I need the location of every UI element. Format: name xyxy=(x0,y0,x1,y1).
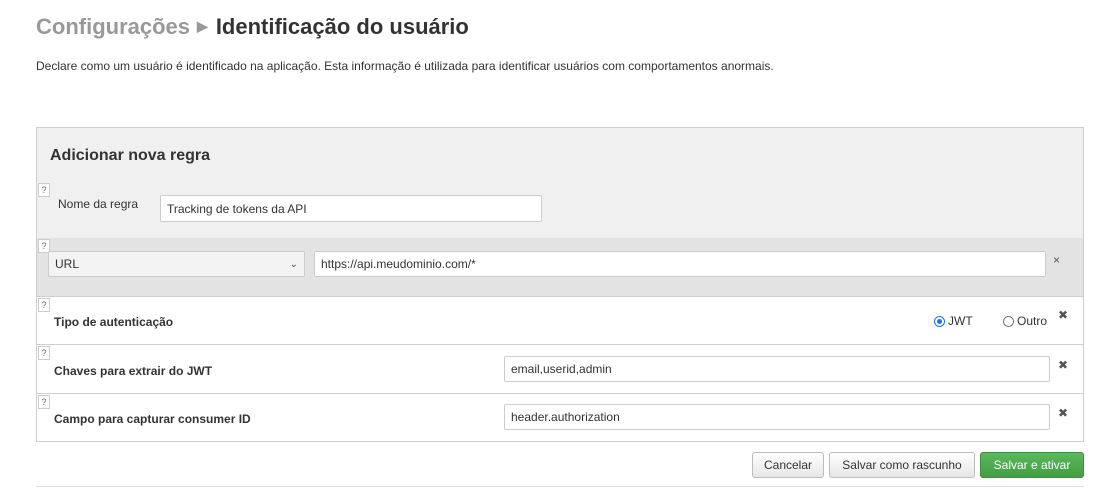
consumer-id-input[interactable]: header.authorization xyxy=(504,404,1050,430)
breadcrumb-parent-link[interactable]: Configurações xyxy=(36,14,190,39)
breadcrumb: Configurações ▶ Identificação do usuário xyxy=(36,14,469,40)
auth-option-other[interactable]: Outro xyxy=(1003,314,1047,328)
remove-consumer-id-icon[interactable]: ✖ xyxy=(1058,406,1068,420)
auth-type-label: Tipo de autenticação xyxy=(54,315,174,329)
auth-option-other-label: Outro xyxy=(1017,314,1048,328)
page-description: Declare como um usuário é identificado n… xyxy=(36,59,774,73)
row-divider xyxy=(37,296,1083,297)
help-icon[interactable]: ? xyxy=(38,183,50,197)
remove-url-icon[interactable]: × xyxy=(1053,253,1060,267)
footer-divider xyxy=(36,486,1084,487)
row-divider xyxy=(37,393,1083,394)
save-draft-button[interactable]: Salvar como rascunho xyxy=(829,452,975,478)
remove-auth-row-icon[interactable]: ✖ xyxy=(1058,308,1068,322)
chevron-down-icon: ⌄ xyxy=(289,258,298,270)
remove-jwt-keys-icon[interactable]: ✖ xyxy=(1058,358,1068,372)
url-type-select-value: URL xyxy=(55,257,80,271)
url-type-select[interactable]: URL ⌄ xyxy=(48,251,305,277)
help-icon[interactable]: ? xyxy=(38,298,50,312)
auth-option-jwt[interactable]: JWT xyxy=(934,314,973,328)
panel-title: Adicionar nova regra xyxy=(50,147,211,164)
consumer-id-label: Campo para capturar consumer ID xyxy=(54,412,251,426)
caret-right-icon: ▶ xyxy=(197,18,208,34)
save-activate-button[interactable]: Salvar e ativar xyxy=(980,452,1084,478)
help-icon[interactable]: ? xyxy=(38,395,50,409)
rule-name-input[interactable]: Tracking de tokens da API xyxy=(160,195,542,222)
cancel-button[interactable]: Cancelar xyxy=(752,452,824,478)
auth-option-jwt-label: JWT xyxy=(948,314,973,328)
radio-jwt[interactable] xyxy=(934,315,945,327)
rule-name-label: Nome da regra xyxy=(58,197,139,211)
row-divider xyxy=(37,344,1083,345)
jwt-keys-input[interactable]: email,userid,admin xyxy=(504,356,1050,382)
page-title: Identificação do usuário xyxy=(215,14,469,39)
url-input[interactable]: https://api.meudominio.com/* xyxy=(314,251,1046,277)
help-icon[interactable]: ? xyxy=(38,346,50,360)
radio-other[interactable] xyxy=(1003,315,1014,327)
jwt-keys-label: Chaves para extrair do JWT xyxy=(54,364,213,378)
new-rule-panel: Adicionar nova regra ? Nome da regra Tra… xyxy=(36,127,1084,442)
